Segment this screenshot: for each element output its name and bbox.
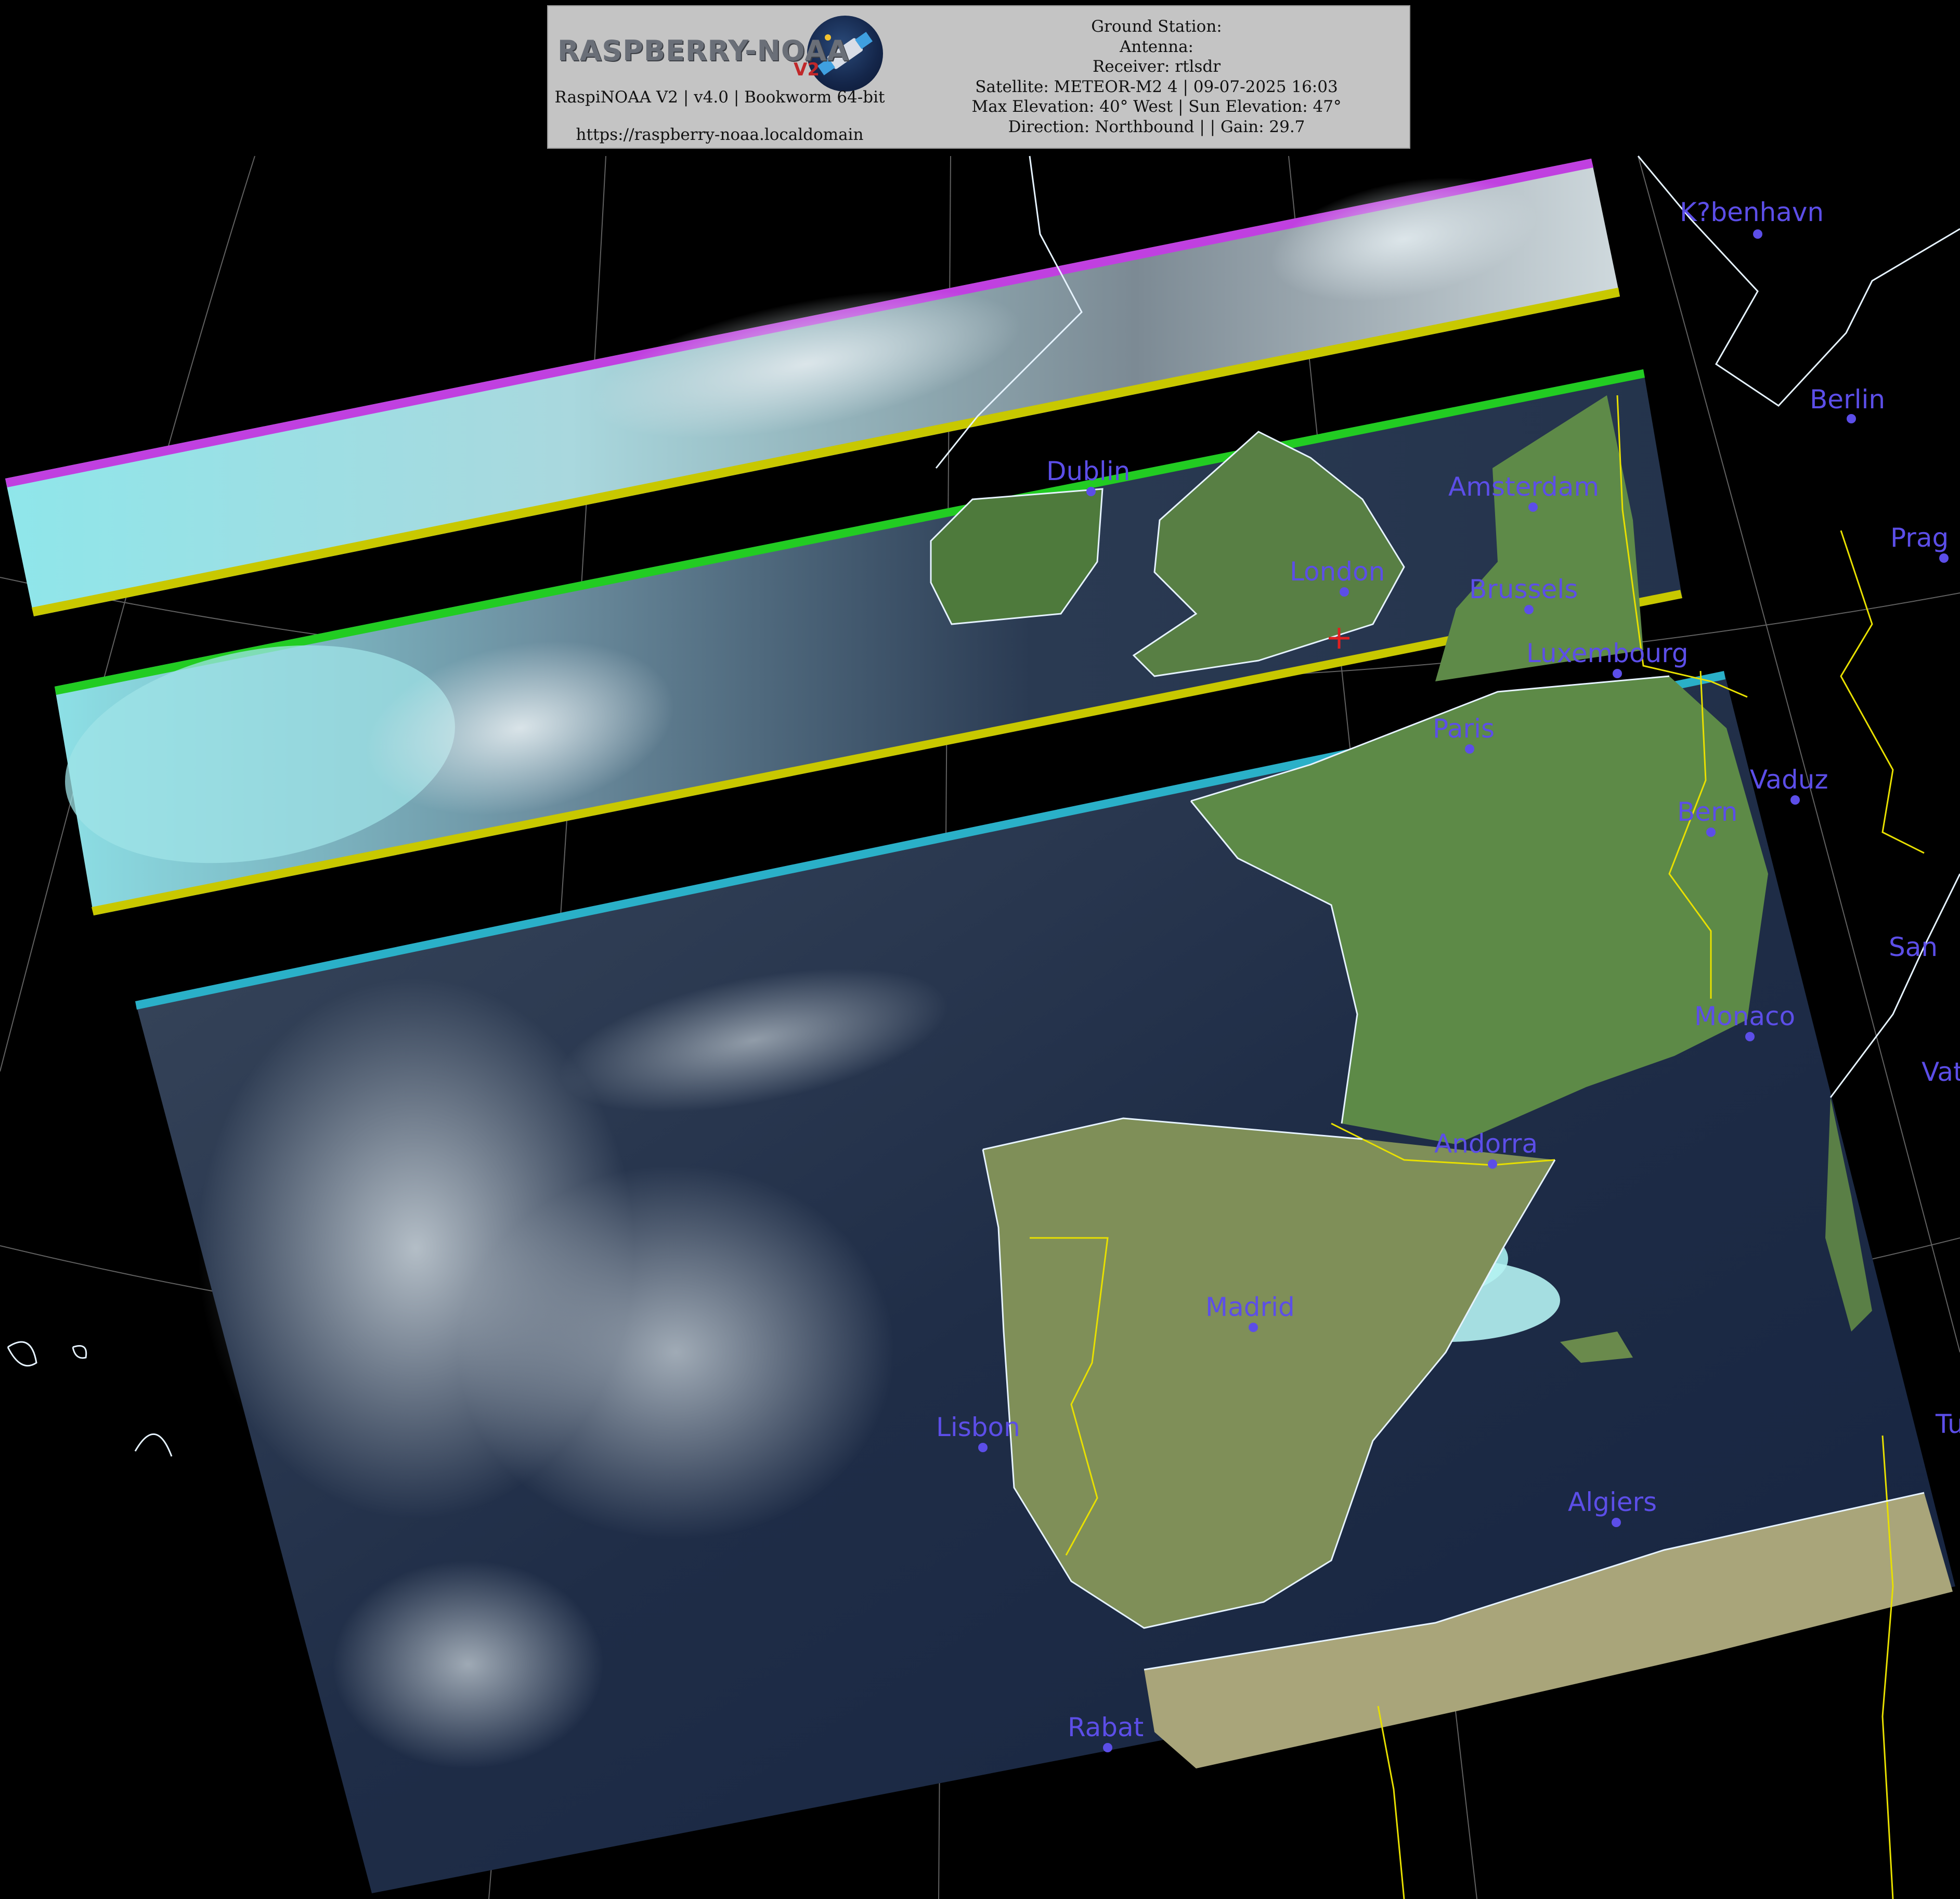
city-marker-vaduz bbox=[1790, 795, 1800, 805]
city-label-algiers: Algiers bbox=[1568, 1487, 1657, 1517]
city-label-k-benhavn: K?benhavn bbox=[1680, 197, 1824, 227]
city-marker-k-benhavn bbox=[1753, 229, 1762, 239]
app-version-info: RaspiNOAA V2 | v4.0 | Bookworm 64-bit bbox=[554, 88, 885, 107]
city-label-tu: Tu bbox=[1935, 1409, 1960, 1439]
city-marker-madrid bbox=[1249, 1323, 1258, 1332]
city-label-berlin: Berlin bbox=[1810, 384, 1885, 415]
elevation-line: Max Elevation: 40° West | Sun Elevation:… bbox=[971, 97, 1342, 116]
city-marker-andorra bbox=[1488, 1159, 1497, 1169]
direction-gain-line: Direction: Northbound | | Gain: 29.7 bbox=[1008, 117, 1305, 136]
city-marker-dublin bbox=[1086, 487, 1096, 496]
city-label-rabat: Rabat bbox=[1068, 1712, 1144, 1742]
city-label-dublin: Dublin bbox=[1046, 456, 1130, 486]
satellite-line: Satellite: METEOR-M2 4 | 09-07-2025 16:0… bbox=[975, 77, 1338, 96]
city-marker-brussels bbox=[1524, 605, 1534, 614]
city-label-luxembourg: Luxembourg bbox=[1526, 638, 1689, 668]
raspberry-noaa-logo: RASPBERRY-NOAA V2 bbox=[551, 9, 884, 92]
city-label-andorra: Andorra bbox=[1434, 1129, 1538, 1159]
city-marker-bern bbox=[1706, 828, 1716, 837]
city-marker-amsterdam bbox=[1528, 502, 1538, 512]
city-marker-rabat bbox=[1103, 1743, 1112, 1752]
satellite-map: K?benhavn Berlin Dublin Amsterdam London Brus… bbox=[0, 156, 1960, 1899]
city-label-lisbon: Lisbon bbox=[936, 1412, 1020, 1442]
city-marker-paris bbox=[1465, 744, 1474, 754]
city-marker-luxembourg bbox=[1613, 669, 1622, 678]
logo-version-badge: V2 bbox=[794, 59, 820, 80]
city-label-vat: Vat bbox=[1922, 1057, 1960, 1087]
pass-info-panel: RASPBERRY-NOAA V2 RaspiNOAA V2 | v4.0 | … bbox=[547, 5, 1410, 149]
city-label-vaduz: Vaduz bbox=[1750, 765, 1828, 795]
city-label-bern: Bern bbox=[1677, 797, 1737, 827]
city-marker-prag bbox=[1939, 553, 1949, 563]
city-label-prag: Prag bbox=[1890, 523, 1949, 553]
receiver-line: Receiver: rtlsdr bbox=[1092, 57, 1221, 76]
station-url: https://raspberry-noaa.localdomain bbox=[576, 125, 864, 144]
city-label-paris: Paris bbox=[1433, 714, 1495, 744]
city-label-amsterdam: Amsterdam bbox=[1448, 472, 1599, 502]
antenna-line: Antenna: bbox=[1119, 37, 1193, 56]
city-label-monaco: Monaco bbox=[1694, 1001, 1795, 1031]
satellite-image-viewer: K?benhavn Berlin Dublin Amsterdam London Brus… bbox=[0, 0, 1960, 1899]
city-label-san: San bbox=[1889, 932, 1938, 962]
city-label-brussels: Brussels bbox=[1469, 574, 1578, 604]
city-marker-algiers bbox=[1612, 1518, 1621, 1527]
city-label-london: London bbox=[1290, 557, 1385, 587]
city-marker-berlin bbox=[1847, 414, 1856, 423]
city-marker-london bbox=[1340, 587, 1349, 597]
city-label-madrid: Madrid bbox=[1205, 1292, 1295, 1322]
city-marker-lisbon bbox=[978, 1443, 988, 1452]
city-marker-monaco bbox=[1745, 1032, 1755, 1041]
ground-station-line: Ground Station: bbox=[1091, 17, 1222, 36]
pass-details: Ground Station: Antenna: Receiver: rtlsd… bbox=[907, 17, 1406, 137]
